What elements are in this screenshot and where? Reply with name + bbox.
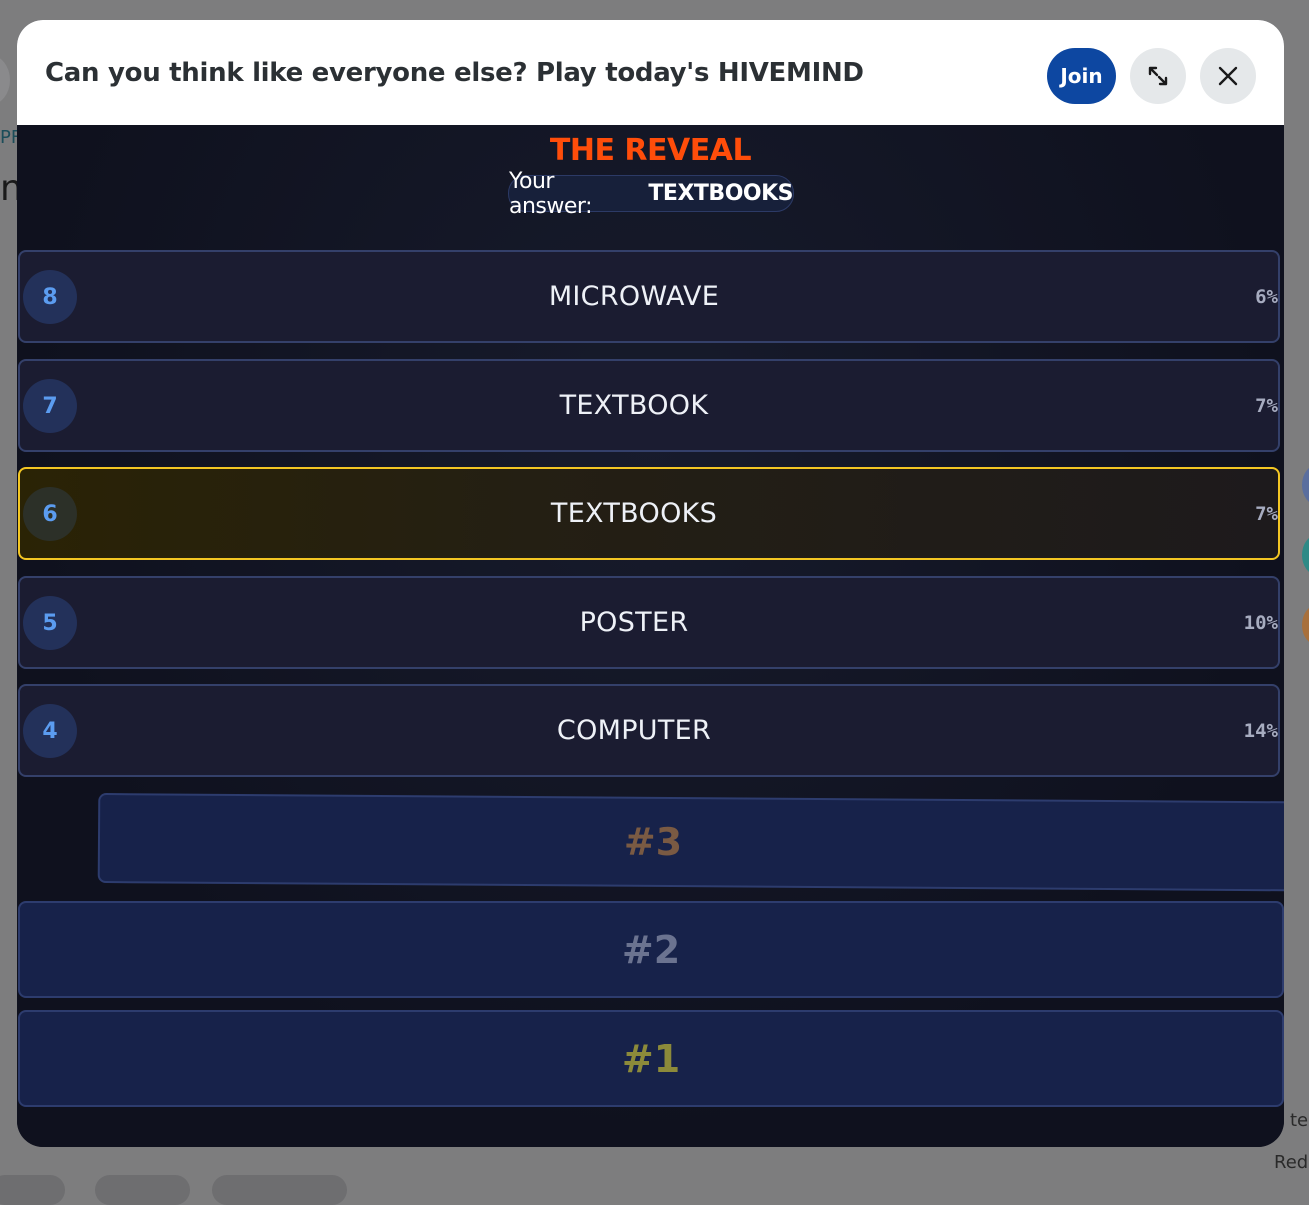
your-answer-badge: Your answer: TEXTBOOKS <box>508 169 794 219</box>
answer-text: TEXTBOOKS <box>550 498 718 529</box>
answer-row: 5 POSTER 10% <box>18 576 1280 669</box>
background-avatar <box>1302 465 1309 505</box>
answer-row: 4 COMPUTER 14% <box>18 684 1280 777</box>
expand-button[interactable] <box>1130 48 1186 104</box>
expand-icon <box>1148 66 1168 86</box>
close-icon <box>1218 66 1238 86</box>
answer-percent: 7% <box>1255 502 1278 525</box>
answer-text: POSTER <box>579 607 689 638</box>
hivemind-modal: Can you think like everyone else? Play t… <box>17 20 1284 1147</box>
answer-text: COMPUTER <box>556 715 712 746</box>
answer-percent: 7% <box>1255 394 1278 417</box>
answer-row: 8 MICROWAVE 6% <box>18 250 1280 343</box>
hidden-rank-label: #1 <box>621 1036 681 1081</box>
close-button[interactable] <box>1200 48 1256 104</box>
background-avatar <box>1302 605 1309 645</box>
background-text: ted <box>1290 1110 1309 1131</box>
answer-percent: 6% <box>1255 285 1278 308</box>
answer-row: 7 TEXTBOOK 7% <box>18 359 1280 452</box>
your-answer-value: TEXTBOOKS <box>648 181 793 206</box>
answer-text: MICROWAVE <box>548 281 720 312</box>
modal-header: Can you think like everyone else? Play t… <box>17 20 1284 125</box>
hidden-rank-label: #2 <box>621 927 681 972</box>
background-avatar <box>1302 535 1309 575</box>
background-chip <box>212 1175 347 1205</box>
hidden-answer-rank-3: #3 <box>97 793 1284 892</box>
background-chip <box>0 1175 65 1205</box>
hidden-answer-rank-1: #1 <box>18 1010 1284 1107</box>
modal-title: Can you think like everyone else? Play t… <box>45 58 864 88</box>
answer-percent: 10% <box>1243 611 1278 634</box>
answer-row-selected: 6 TEXTBOOKS 7% <box>18 467 1280 560</box>
your-answer-label: Your answer: <box>509 168 593 219</box>
hidden-rank-label: #3 <box>623 819 683 865</box>
hidden-answer-rank-2: #2 <box>18 901 1284 998</box>
background-avatar <box>0 55 10 105</box>
background-chip <box>95 1175 190 1205</box>
game-area: THE REVEAL Your answer: TEXTBOOKS 8 MICR… <box>17 125 1284 1147</box>
answer-text: TEXTBOOK <box>559 390 709 421</box>
background-text: Red <box>1274 1152 1309 1173</box>
reveal-heading: THE REVEAL <box>549 133 752 168</box>
join-button[interactable]: Join <box>1047 48 1116 104</box>
answer-percent: 14% <box>1243 719 1278 742</box>
